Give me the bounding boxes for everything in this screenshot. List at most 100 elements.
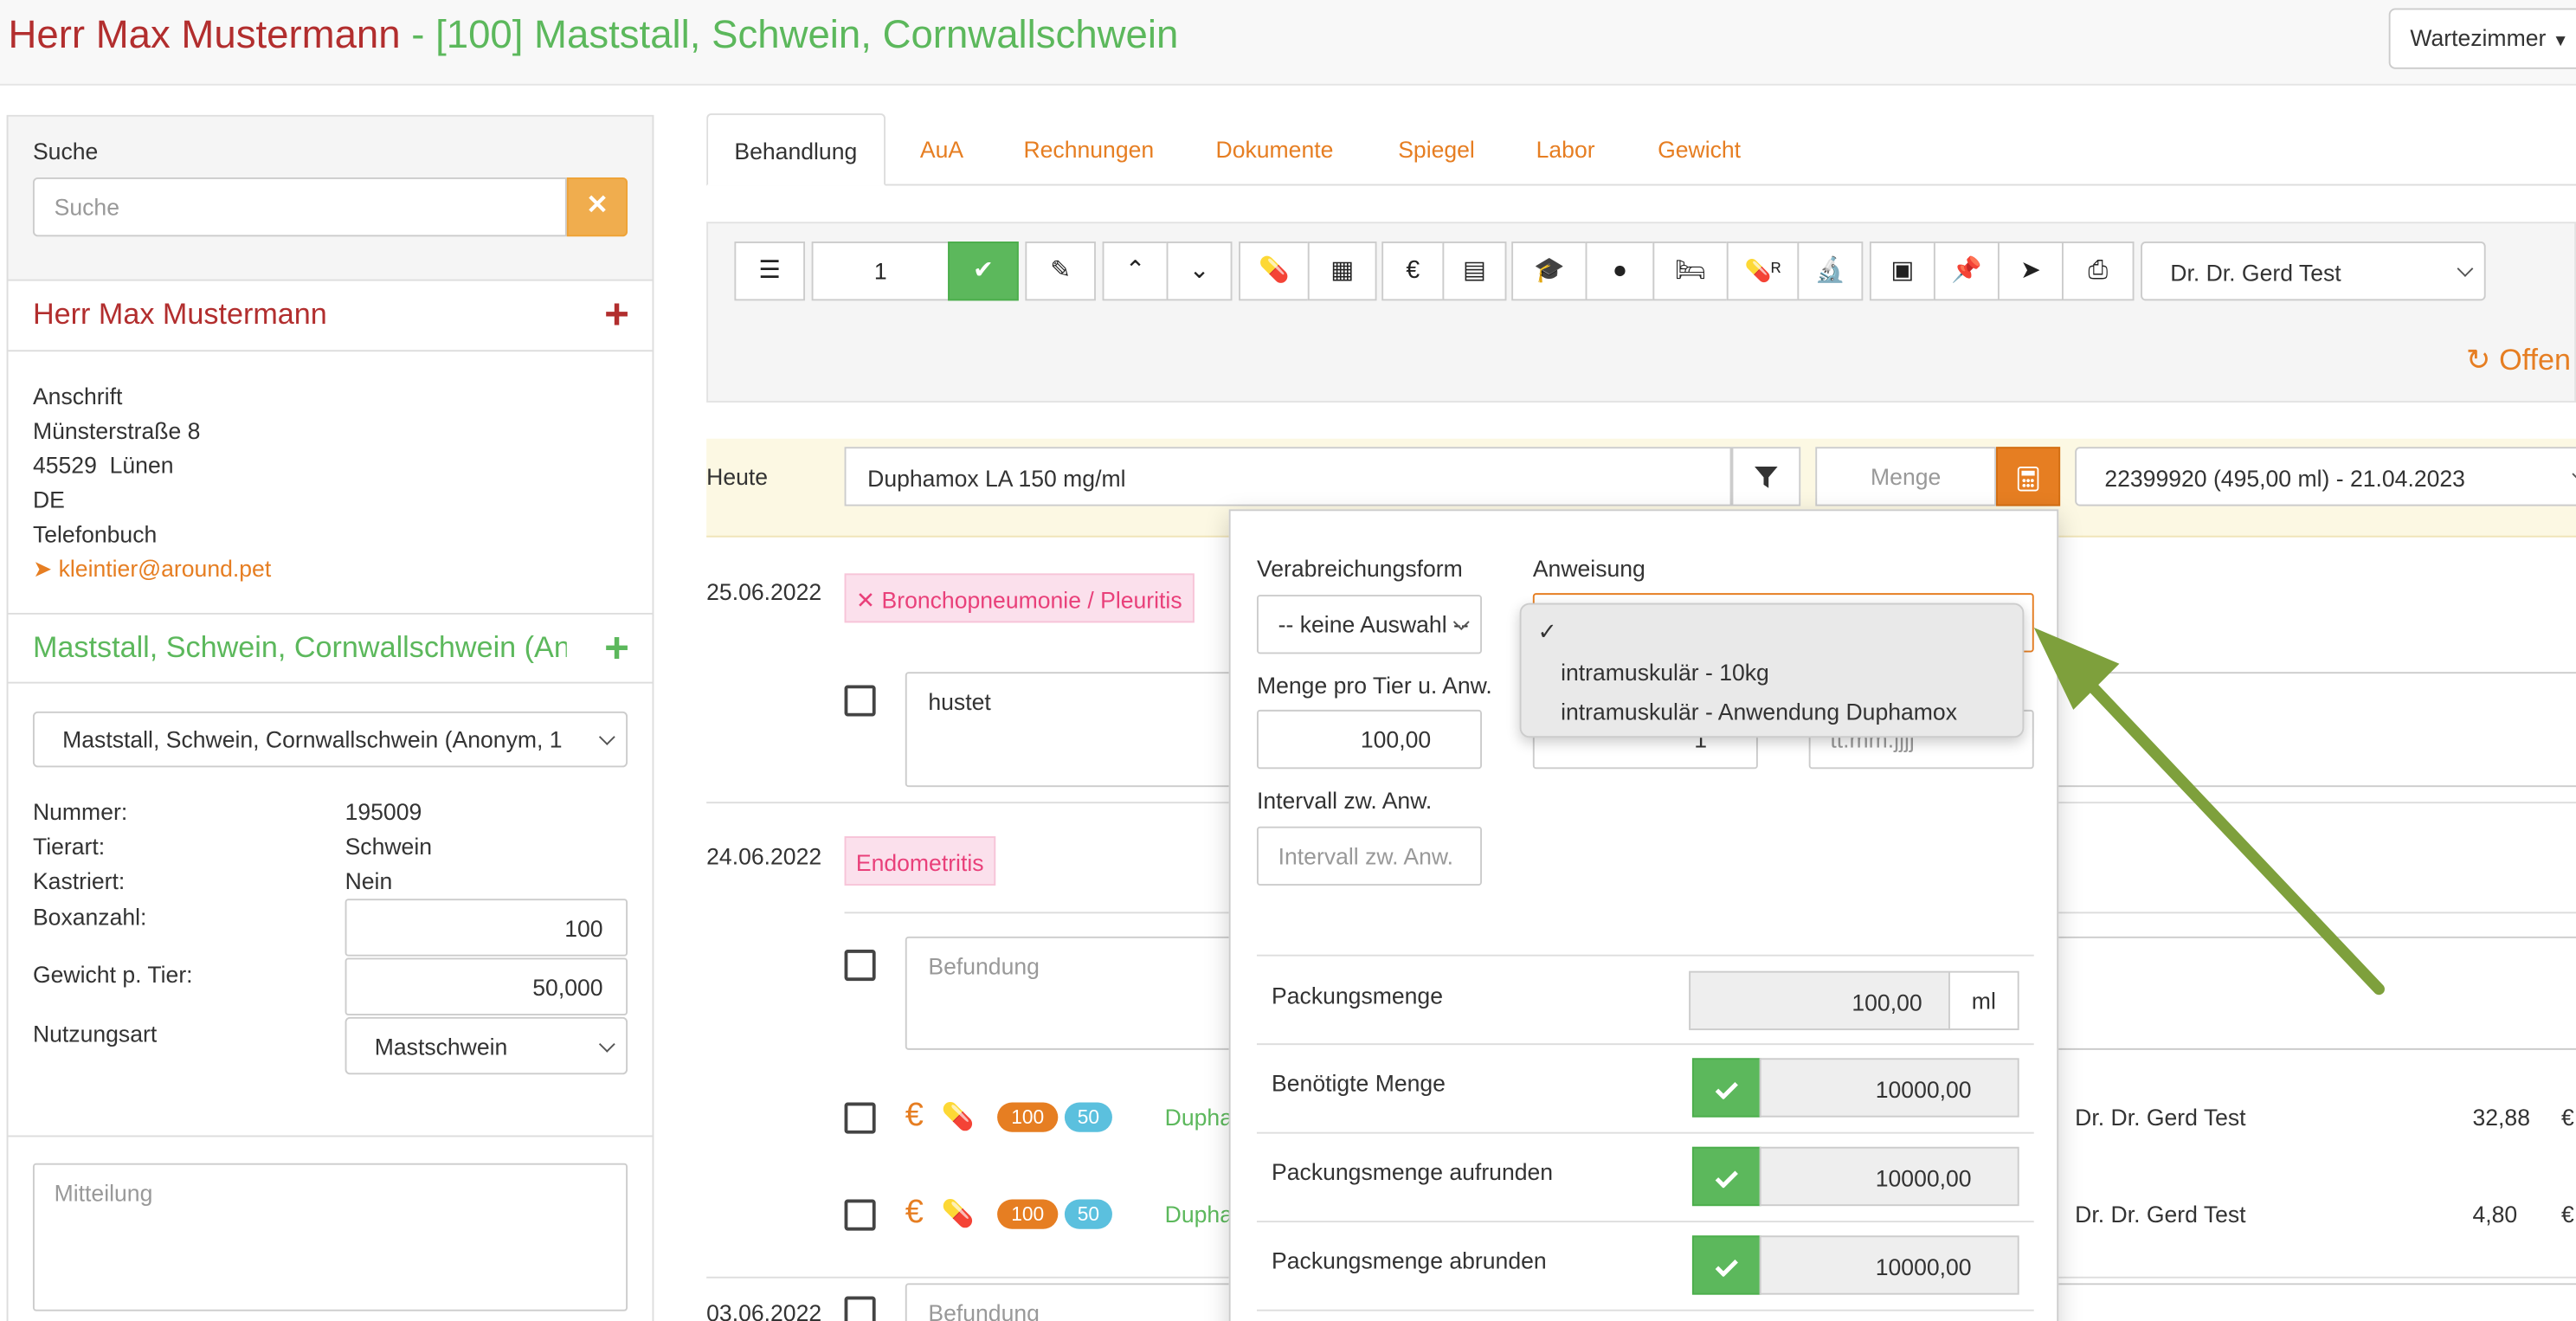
search-area: Suche ✕ xyxy=(8,116,653,281)
user-icon[interactable]: ● xyxy=(1585,242,1655,301)
roundup-check-button[interactable] xyxy=(1691,1146,1761,1207)
address-street: Münsterstraße 8 xyxy=(32,417,201,444)
animal-select-value: Maststall, Schwein, Cornwallschwein (Ano… xyxy=(62,725,563,753)
form-select-value: -- keine Auswahl -- xyxy=(1278,611,1469,638)
close-icon[interactable]: ✕ xyxy=(856,587,875,613)
tab-dokumente[interactable]: Dokumente xyxy=(1216,113,1334,186)
search-label: Suche xyxy=(32,138,99,164)
dropdown-option-10kg[interactable]: intramuskulär - 10kg xyxy=(1561,659,1769,685)
book-icon[interactable]: ▤ xyxy=(1442,242,1507,301)
chevron-down-icon[interactable]: ⌄ xyxy=(1166,242,1233,301)
chevron-down-icon xyxy=(598,1035,615,1052)
form-label: Verabreichungsform xyxy=(1256,555,1463,582)
owner-address: Anschrift Münsterstraße 8 45529 Lünen DE… xyxy=(33,379,271,586)
open-button[interactable]: ↻ Offen xyxy=(2466,344,2571,378)
divider xyxy=(1256,1131,2034,1134)
thumbtack-icon[interactable]: 📌 xyxy=(1933,242,2000,301)
calendar-plus-icon[interactable]: ▣ xyxy=(1869,242,1935,301)
count-input[interactable]: 1 xyxy=(811,242,950,301)
address-label: Anschrift xyxy=(32,383,123,409)
rounddown-check-button[interactable] xyxy=(1691,1235,1761,1295)
owner-name[interactable]: Herr Max Mustermann xyxy=(33,298,327,332)
add-owner-plus-icon[interactable]: + xyxy=(604,289,629,340)
quantity-badge: 100 xyxy=(997,1102,1059,1132)
caret-down-icon: ▼ xyxy=(2552,32,2569,51)
tab-labor[interactable]: Labor xyxy=(1536,113,1595,186)
animal-title: [100] Maststall, Schwein, Cornwallschwei… xyxy=(435,13,1179,58)
drug-input[interactable]: Duphamox LA 150 mg/ml xyxy=(844,447,1732,506)
print-icon[interactable]: ⎙ xyxy=(2061,242,2135,301)
diagnosis-badge-2[interactable]: Endometritis xyxy=(844,836,995,886)
waiting-room-label: Wartezimmer xyxy=(2410,24,2547,51)
batch-select[interactable]: 22399920 (495,00 ml) - 21.04.2023 xyxy=(2075,447,2576,506)
entry-checkbox[interactable] xyxy=(844,1199,876,1231)
waiting-room-dropdown[interactable]: Wartezimmer ▼ xyxy=(2388,8,2576,69)
today-label: Heute xyxy=(706,463,769,490)
menge-per-animal-input[interactable]: 100,00 xyxy=(1256,709,1482,770)
search-input[interactable] xyxy=(32,177,567,237)
doctor-select[interactable]: Dr. Dr. Gerd Test xyxy=(2141,242,2486,301)
gewicht-input[interactable]: 50,000 xyxy=(345,957,628,1015)
clear-search-button[interactable]: ✕ xyxy=(566,177,628,237)
dropdown-option-duphamox[interactable]: intramuskulär - Anwendung Duphamox xyxy=(1561,699,1957,725)
email-text: kleintier@around.pet xyxy=(58,555,272,582)
needed-check-button[interactable] xyxy=(1691,1058,1761,1118)
treatment-doctor: Dr. Dr. Gerd Test xyxy=(2075,1201,2246,1228)
needed-amount-field: 10000,00 xyxy=(1759,1058,2019,1118)
paper-plane-icon[interactable]: ➤ xyxy=(1997,242,2064,301)
pills-icon[interactable]: 💊 xyxy=(1239,242,1310,301)
intervall-label: Intervall zw. Anw. xyxy=(1256,787,1433,814)
entry-checkbox[interactable] xyxy=(844,1296,876,1321)
phonebook-link[interactable]: Telefonbuch xyxy=(33,518,271,552)
entry-checkbox[interactable] xyxy=(844,685,876,717)
entry-checkbox[interactable] xyxy=(844,950,876,982)
weight-badge: 50 xyxy=(1064,1102,1112,1132)
animal-header: Maststall, Schwein, Cornwallschwein (Ano… xyxy=(8,612,653,684)
quantity-badge: 100 xyxy=(997,1199,1059,1229)
tab-behandlung[interactable]: Behandlung xyxy=(706,113,886,186)
microscope-icon[interactable]: 🔬 xyxy=(1797,242,1864,301)
batch-select-value: 22399920 (495,00 ml) - 21.04.2023 xyxy=(2104,465,2465,492)
animal-name[interactable]: Maststall, Schwein, Cornwallschwein (Ano… xyxy=(33,631,567,666)
message-textarea[interactable]: Mitteilung xyxy=(32,1163,628,1311)
kastriert-value: Nein xyxy=(345,867,393,894)
add-animal-plus-icon[interactable]: + xyxy=(604,622,629,673)
menge-input[interactable]: Menge xyxy=(1815,447,1997,506)
anweisung-label: Anweisung xyxy=(1532,555,1645,582)
pills-r-icon[interactable]: 💊ᴿ xyxy=(1726,242,1800,301)
tab-gewicht[interactable]: Gewicht xyxy=(1658,113,1741,186)
entry-checkbox[interactable] xyxy=(844,1102,876,1134)
calendar-icon[interactable]: ▦ xyxy=(1307,242,1377,301)
edit-icon[interactable]: ✎ xyxy=(1025,242,1096,301)
list-icon[interactable]: ☰ xyxy=(734,242,806,301)
divider xyxy=(1256,1309,2034,1311)
form-select[interactable]: -- keine Auswahl -- xyxy=(1256,595,1482,654)
entry-date-1: 25.06.2022 xyxy=(706,578,822,605)
bed-icon[interactable]: 🛏 xyxy=(1652,242,1729,301)
owner-title: Herr Max Mustermann xyxy=(8,13,401,58)
tab-aua[interactable]: AuA xyxy=(920,113,963,186)
treatment-drug[interactable]: Dupha xyxy=(1165,1104,1233,1130)
chevron-up-icon[interactable]: ⌃ xyxy=(1102,242,1169,301)
patient-sidebar: Suche ✕ Herr Max Mustermann + Anschrift … xyxy=(6,114,654,1321)
treatment-doctor: Dr. Dr. Gerd Test xyxy=(2075,1104,2246,1131)
animal-select[interactable]: Maststall, Schwein, Cornwallschwein (Ano… xyxy=(32,711,628,768)
boxanzahl-input[interactable]: 100 xyxy=(345,899,628,957)
nutzungsart-select[interactable]: Mastschwein xyxy=(345,1016,628,1075)
intervall-input[interactable]: Intervall zw. Anw. xyxy=(1256,826,1482,886)
tab-bar: Behandlung AuA Rechnungen Dokumente Spie… xyxy=(706,113,2576,186)
calculator-icon[interactable] xyxy=(1996,447,2061,506)
email-link[interactable]: ➤ kleintier@around.pet xyxy=(33,552,271,587)
diagnosis-badge-1[interactable]: ✕ Bronchopneumonie / Pleuritis xyxy=(844,573,1194,623)
treatment-drug[interactable]: Dupha xyxy=(1165,1201,1233,1227)
graduation-cap-icon[interactable]: 🎓 xyxy=(1511,242,1587,301)
euro-icon[interactable]: € xyxy=(1381,242,1445,301)
tab-rechnungen[interactable]: Rechnungen xyxy=(1023,113,1154,186)
euro-icon: € xyxy=(905,1194,924,1231)
filter-icon[interactable] xyxy=(1731,447,1801,506)
nummer-label: Nummer: xyxy=(32,798,128,825)
treatment-price: 32,88 xyxy=(2472,1104,2531,1131)
tab-spiegel[interactable]: Spiegel xyxy=(1398,113,1475,186)
check-icon[interactable]: ✔ xyxy=(948,242,1019,301)
title-separator: - xyxy=(400,13,436,58)
